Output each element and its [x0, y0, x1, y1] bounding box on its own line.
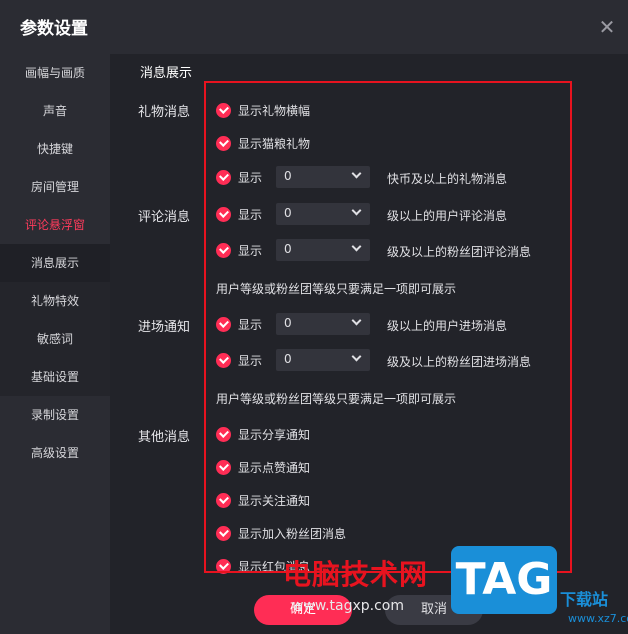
window-title: 参数设置 — [20, 19, 88, 39]
sidebar: 画幅与画质 声音 快捷键 房间管理 评论悬浮窗 消息展示 礼物特效 敏感词 基础… — [0, 54, 110, 634]
watermark-logo: TAG — [451, 546, 557, 614]
scrollbar[interactable] — [608, 54, 614, 574]
group-label-comment: 评论消息 — [138, 210, 191, 225]
sidebar-item-frame-quality[interactable]: 画幅与画质 — [0, 54, 110, 92]
sidebar-item-room-management[interactable]: 房间管理 — [0, 168, 110, 206]
sidebar-subitem-gift-effects[interactable]: 礼物特效 — [0, 282, 110, 320]
sidebar-subitem-basic-settings[interactable]: 基础设置 — [0, 358, 110, 396]
highlight-box — [204, 81, 572, 573]
sidebar-item-shortcuts[interactable]: 快捷键 — [0, 130, 110, 168]
watermark-sub-url: www.xz7.com — [568, 612, 628, 625]
sidebar-item-sound[interactable]: 声音 — [0, 92, 110, 130]
close-icon[interactable]: ✕ — [596, 16, 618, 38]
title-bar: 参数设置 ✕ — [0, 0, 628, 54]
section-title: 消息展示 — [140, 66, 193, 81]
group-label-other: 其他消息 — [138, 430, 191, 445]
sidebar-subitem-sensitive-words[interactable]: 敏感词 — [0, 320, 110, 358]
sidebar-item-comment-overlay[interactable]: 评论悬浮窗 — [0, 206, 110, 244]
watermark-site-name: 电脑技术网 — [283, 558, 429, 591]
group-label-entry: 进场通知 — [138, 320, 191, 335]
sidebar-subitem-message-display[interactable]: 消息展示 — [0, 244, 110, 282]
sidebar-item-advanced-settings[interactable]: 高级设置 — [0, 434, 110, 472]
watermark-sub: 下载站 — [560, 590, 609, 609]
watermark-url: www.tagxp.com — [292, 598, 404, 614]
group-label-gift: 礼物消息 — [138, 105, 191, 120]
sidebar-item-recording-settings[interactable]: 录制设置 — [0, 396, 110, 434]
